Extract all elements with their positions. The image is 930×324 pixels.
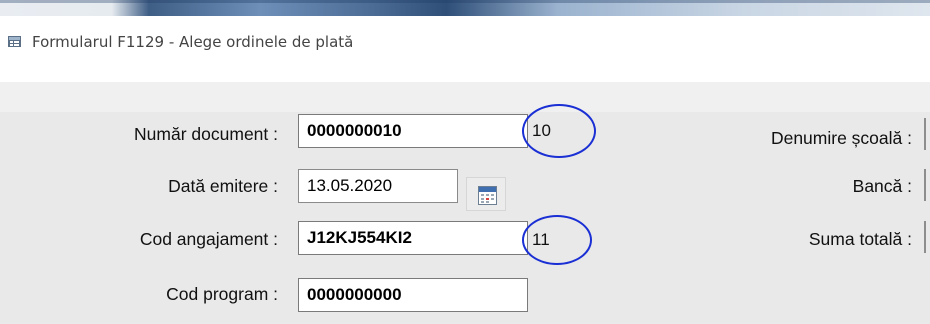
cod-program-field[interactable]: 0000000000	[298, 278, 528, 312]
window-title: Formularul F1129 - Alege ordinele de pla…	[32, 33, 354, 51]
annotation-circle-10	[522, 104, 596, 158]
background-window-strip	[0, 0, 930, 16]
background-window-edge	[0, 0, 930, 3]
numar-document-label: Număr document :	[134, 124, 278, 144]
cod-angajament-label: Cod angajament :	[139, 229, 278, 249]
banca-field-edge[interactable]	[924, 169, 926, 201]
suma-totala-field-edge[interactable]	[924, 221, 926, 253]
data-emitere-label: Dată emitere :	[168, 176, 278, 196]
suma-totala-label: Suma totală :	[808, 229, 912, 249]
banca-label: Bancă :	[852, 176, 912, 196]
denumire-scoala-label: Denumire școală :	[770, 128, 912, 148]
annotation-circle-11	[522, 215, 592, 265]
form-window-icon	[8, 36, 21, 47]
cod-angajament-field[interactable]: J12KJ554KI2	[298, 221, 528, 255]
calendar-button[interactable]	[466, 177, 506, 211]
cod-program-label: Cod program :	[166, 284, 278, 304]
numar-document-field[interactable]: 0000000010	[298, 114, 528, 148]
panel-header-strip	[0, 82, 930, 112]
data-emitere-field[interactable]: 13.05.2020	[298, 169, 458, 203]
calendar-icon	[478, 186, 497, 205]
denumire-scoala-field-edge[interactable]	[924, 118, 926, 150]
